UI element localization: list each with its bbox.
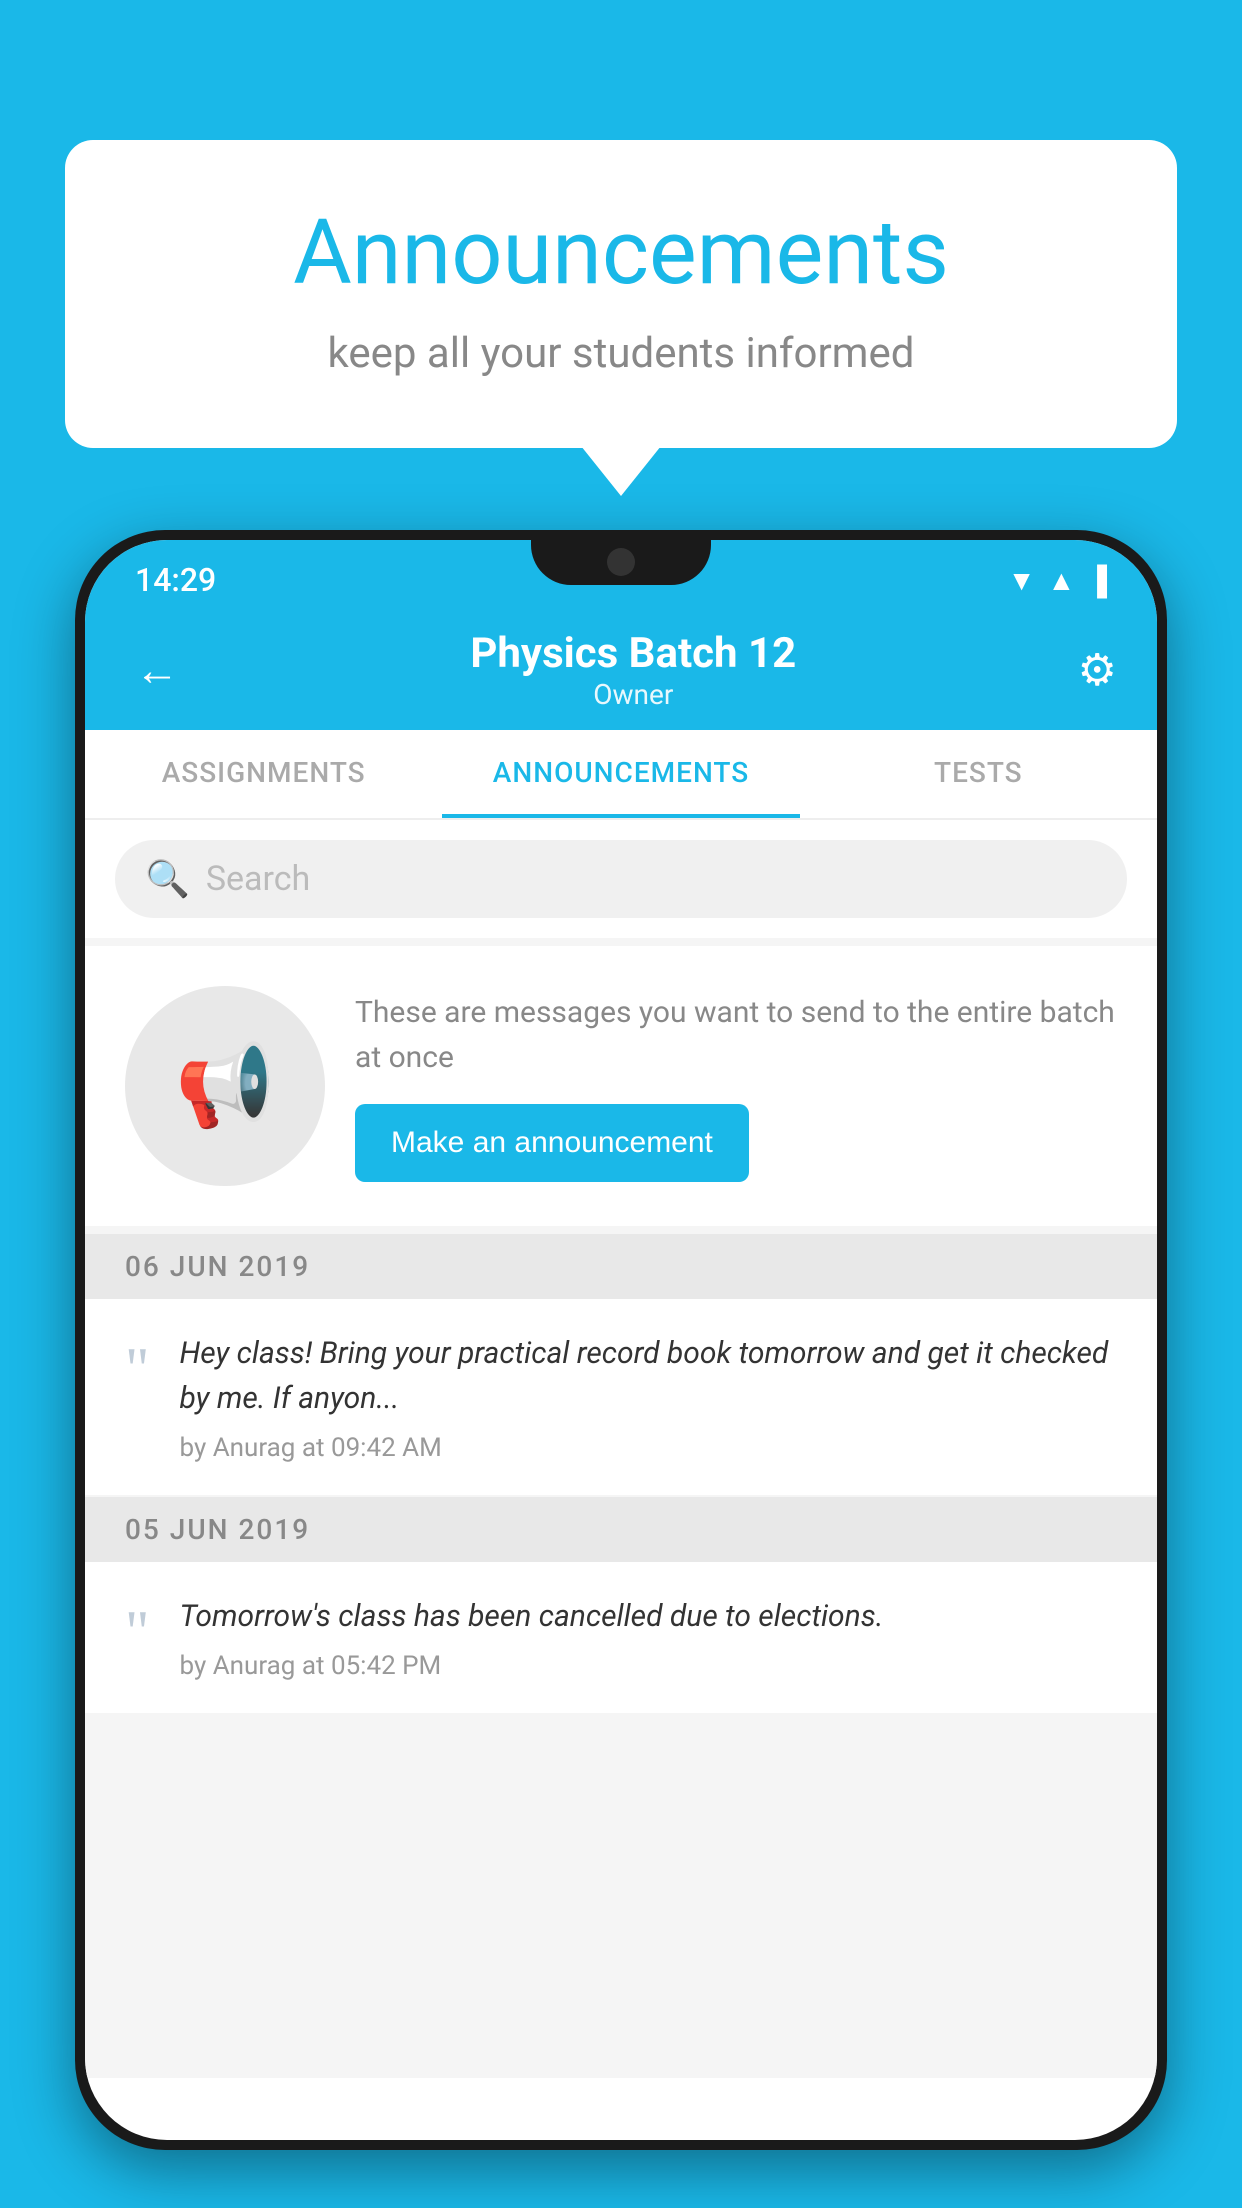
content-area: 🔍 Search 📢 These are messages you want t… — [85, 820, 1157, 2078]
signal-icon: ▲ — [1047, 564, 1075, 597]
tab-tests[interactable]: TESTS — [800, 730, 1157, 818]
search-input-wrapper[interactable]: 🔍 Search — [115, 840, 1127, 918]
announcement-content-2: Tomorrow's class has been cancelled due … — [180, 1594, 1118, 1681]
announcement-meta-2: by Anurag at 05:42 PM — [180, 1651, 1118, 1681]
date-separator-1: 06 JUN 2019 — [85, 1234, 1157, 1299]
app-bar-subtitle: Owner — [470, 678, 796, 711]
app-bar-title: Physics Batch 12 — [470, 629, 796, 678]
announcement-prompt-text: These are messages you want to send to t… — [355, 990, 1117, 1080]
phone-screen: 14:29 ▼ ▲ ▐ ← Physics Batch 12 Owner ⚙ A… — [85, 540, 1157, 2140]
make-announcement-button[interactable]: Make an announcement — [355, 1104, 749, 1182]
quote-icon-2: " — [125, 1602, 150, 1662]
search-container: 🔍 Search — [85, 820, 1157, 938]
announcement-icon-circle: 📢 — [125, 986, 325, 1186]
date-separator-2: 05 JUN 2019 — [85, 1497, 1157, 1562]
announcement-text-1: Hey class! Bring your practical record b… — [180, 1331, 1118, 1421]
speech-bubble-container: Announcements keep all your students inf… — [65, 140, 1177, 448]
announcement-text-2: Tomorrow's class has been cancelled due … — [180, 1594, 1118, 1639]
app-bar: ← Physics Batch 12 Owner ⚙ — [85, 610, 1157, 730]
megaphone-icon: 📢 — [175, 1039, 275, 1133]
status-time: 14:29 — [135, 561, 216, 599]
tab-announcements[interactable]: ANNOUNCEMENTS — [442, 730, 799, 818]
tab-assignments[interactable]: ASSIGNMENTS — [85, 730, 442, 818]
status-icons: ▼ ▲ ▐ — [1008, 564, 1107, 597]
speech-bubble: Announcements keep all your students inf… — [65, 140, 1177, 448]
announcement-prompt: 📢 These are messages you want to send to… — [85, 946, 1157, 1226]
announcement-prompt-right: These are messages you want to send to t… — [355, 990, 1117, 1182]
search-placeholder: Search — [206, 859, 310, 899]
wifi-icon: ▼ — [1008, 564, 1036, 597]
speech-bubble-subtitle: keep all your students informed — [145, 329, 1097, 378]
announcement-item-2[interactable]: " Tomorrow's class has been cancelled du… — [85, 1562, 1157, 1713]
search-icon: 🔍 — [145, 858, 190, 900]
phone-wrapper: 14:29 ▼ ▲ ▐ ← Physics Batch 12 Owner ⚙ A… — [75, 530, 1167, 2208]
speech-bubble-title: Announcements — [145, 200, 1097, 305]
announcement-item-1[interactable]: " Hey class! Bring your practical record… — [85, 1299, 1157, 1495]
announcement-meta-1: by Anurag at 09:42 AM — [180, 1433, 1118, 1463]
phone-outer: 14:29 ▼ ▲ ▐ ← Physics Batch 12 Owner ⚙ A… — [75, 530, 1167, 2150]
settings-icon[interactable]: ⚙ — [1078, 644, 1117, 696]
app-bar-center: Physics Batch 12 Owner — [470, 629, 796, 711]
quote-icon-1: " — [125, 1339, 150, 1399]
battery-icon: ▐ — [1087, 564, 1107, 597]
back-button[interactable]: ← — [125, 634, 189, 706]
phone-notch — [531, 530, 711, 585]
announcement-content-1: Hey class! Bring your practical record b… — [180, 1331, 1118, 1463]
phone-camera — [607, 548, 635, 576]
tabs-container: ASSIGNMENTS ANNOUNCEMENTS TESTS — [85, 730, 1157, 820]
